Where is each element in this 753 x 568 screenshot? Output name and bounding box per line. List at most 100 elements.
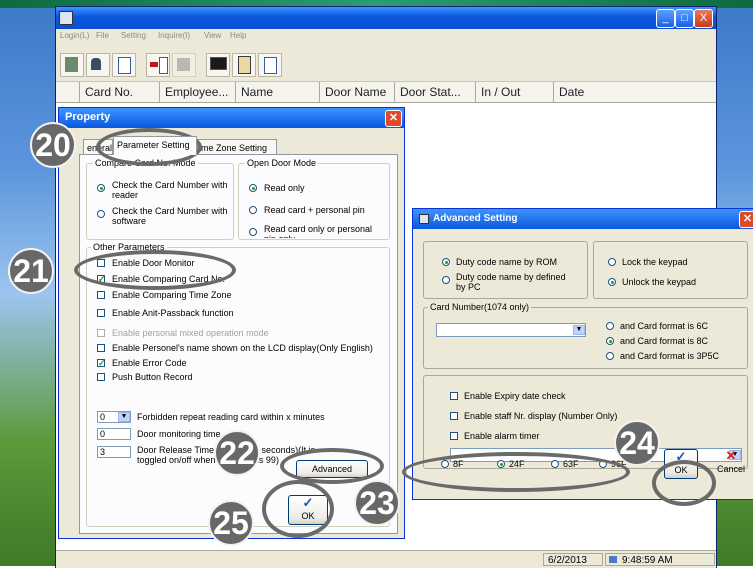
advanced-close-button[interactable]: ✕ <box>739 211 753 228</box>
duty-code-group: Duty code name by ROM Duty code name by … <box>423 241 588 299</box>
status-time-text: 9:48:59 AM <box>622 555 673 566</box>
login-icon[interactable] <box>146 53 170 77</box>
menu-file[interactable]: File <box>96 31 109 40</box>
step-badge-23: 23 <box>354 480 400 526</box>
col-door-name[interactable]: Door Name <box>320 82 395 102</box>
report-icon[interactable] <box>258 53 282 77</box>
keypad-group: Lock the keypad Unlock the keypad <box>593 241 748 299</box>
chk-staff-display[interactable] <box>450 412 458 420</box>
format-3p5c-label: and Card format is 3P5C <box>620 351 720 361</box>
radio-lock-keypad[interactable] <box>608 258 616 266</box>
chevron-down-icon[interactable]: ▼ <box>573 325 585 335</box>
monitor-icon[interactable] <box>206 53 230 77</box>
minimize-button[interactable]: _ <box>656 9 675 28</box>
status-date: 6/2/2013 <box>543 553 603 566</box>
advanced-cancel-label: Cancel <box>716 464 745 474</box>
col-date[interactable]: Date <box>554 82 716 102</box>
menu-help[interactable]: Help <box>230 31 246 40</box>
advanced-cancel-button[interactable]: ✕ Cancel <box>713 449 749 479</box>
door-monitor-time-label: Door monitoring time <box>137 429 221 439</box>
alarm-timer-label: Enable alarm timer <box>464 431 540 441</box>
user-edit-icon[interactable] <box>86 53 110 77</box>
advanced-dialog-icon <box>419 214 429 224</box>
duty-rom-label: Duty code name by ROM <box>456 257 558 267</box>
expiry-date-label: Enable Expiry date check <box>464 391 566 401</box>
chevron-down-icon[interactable]: ▼ <box>118 412 130 422</box>
duty-pc-label: Duty code name by defined by PC <box>456 272 566 292</box>
step-badge-20: 20 <box>30 122 76 168</box>
step-badge-22: 22 <box>214 430 260 476</box>
maximize-button[interactable]: □ <box>675 9 694 28</box>
error-code-label: Enable Error Code <box>112 358 187 368</box>
step-badge-21: 21 <box>8 248 54 294</box>
col-door-status[interactable]: Door Stat... <box>395 82 476 102</box>
radio-card-or-pin[interactable] <box>249 228 257 236</box>
unlock-keypad-label: Unlock the keypad <box>622 277 697 287</box>
door-monitor-time-input[interactable]: 0 <box>97 428 131 440</box>
menu-view[interactable]: View <box>204 31 221 40</box>
advanced-titlebar: Advanced Setting ✕ <box>413 209 753 229</box>
lock-keypad-label: Lock the keypad <box>622 257 688 267</box>
read-only-label: Read only <box>264 183 305 193</box>
chk-personel-name-lcd[interactable] <box>97 344 105 352</box>
radio-check-reader[interactable] <box>97 184 105 192</box>
chk-error-code[interactable]: ✓ <box>97 359 106 368</box>
step-badge-25: 25 <box>208 500 254 546</box>
col-in-out[interactable]: In / Out <box>476 82 554 102</box>
forbid-minutes-select[interactable]: 0 ▼ <box>97 411 131 423</box>
col-employee[interactable]: Employee... <box>160 82 236 102</box>
radio-format-6c[interactable] <box>606 322 614 330</box>
radio-unlock-keypad[interactable] <box>608 278 616 286</box>
anti-passback-label: Enable Anit-Passback function <box>112 308 234 318</box>
menubar: Login(L) File Setting Inquire(I) View He… <box>56 29 716 45</box>
logout-icon[interactable] <box>172 53 196 77</box>
compare-mode-group: Compare Card No. Mode Check the Card Num… <box>86 158 234 240</box>
col-name[interactable]: Name <box>236 82 320 102</box>
radio-duty-rom[interactable] <box>442 258 450 266</box>
menu-login[interactable]: Login(L) <box>60 31 89 40</box>
card-or-pin-label: Read card only or personal pin only <box>264 224 373 238</box>
grid-header: Card No. Employee... Name Door Name Door… <box>56 82 716 103</box>
radio-format-3p5c[interactable] <box>606 352 614 360</box>
chk-push-button-record[interactable] <box>97 373 105 381</box>
radio-format-8c[interactable] <box>606 337 614 345</box>
chk-anti-passback[interactable] <box>97 309 105 317</box>
menu-inquire[interactable]: Inquire(I) <box>158 31 190 40</box>
card-number-group: Card Number(1074 only) ▼ and Card format… <box>423 302 748 369</box>
col-selector[interactable] <box>56 82 80 102</box>
close-button[interactable]: X <box>694 9 713 28</box>
clipboard-icon[interactable] <box>232 53 256 77</box>
annotation-ring-advanced <box>280 448 384 484</box>
chk-expiry-date[interactable] <box>450 392 458 400</box>
push-button-record-label: Push Button Record <box>112 372 193 382</box>
door-release-time-input[interactable]: 3 <box>97 446 131 458</box>
check-software-label: Check the Card Number with software <box>112 206 228 226</box>
chk-personal-mixed <box>97 329 105 337</box>
property-close-button[interactable]: ✕ <box>385 110 402 127</box>
format-6c-label: and Card format is 6C <box>620 321 709 331</box>
document-icon[interactable] <box>112 53 136 77</box>
card-number-select[interactable]: ▼ <box>436 323 586 337</box>
radio-duty-pc[interactable] <box>442 276 450 284</box>
tab-parameter-setting[interactable]: Parameter Setting <box>113 136 197 155</box>
open-door-label: Open Door Mode <box>245 158 319 168</box>
chk-alarm-timer[interactable] <box>450 432 458 440</box>
radio-check-software[interactable] <box>97 210 105 218</box>
staff-display-label: Enable staff Nr. display (Number Only) <box>464 411 618 421</box>
col-card-no[interactable]: Card No. <box>80 82 160 102</box>
read-card-pin-label: Read card + personal pin <box>264 205 365 215</box>
toolbar <box>56 47 716 82</box>
chk-comparing-time-zone[interactable] <box>97 291 105 299</box>
cancel-x-icon: ✕ <box>725 448 737 463</box>
format-8c-label: and Card format is 8C <box>620 336 709 346</box>
menu-setting[interactable]: Setting <box>121 31 146 40</box>
tab-time-zone-setting[interactable]: me Zone Setting <box>197 139 277 155</box>
radio-read-card-pin[interactable] <box>249 206 257 214</box>
annotation-ring-comparing-card <box>74 250 236 290</box>
calculator-icon[interactable] <box>60 53 84 77</box>
forbid-minutes-value: 0 <box>100 412 106 422</box>
radio-read-only[interactable] <box>249 184 257 192</box>
forbid-minutes-label: Forbidden repeat reading card within x m… <box>137 412 325 422</box>
card-number-label: Card Number(1074 only) <box>428 302 532 312</box>
clock-icon <box>609 556 617 563</box>
